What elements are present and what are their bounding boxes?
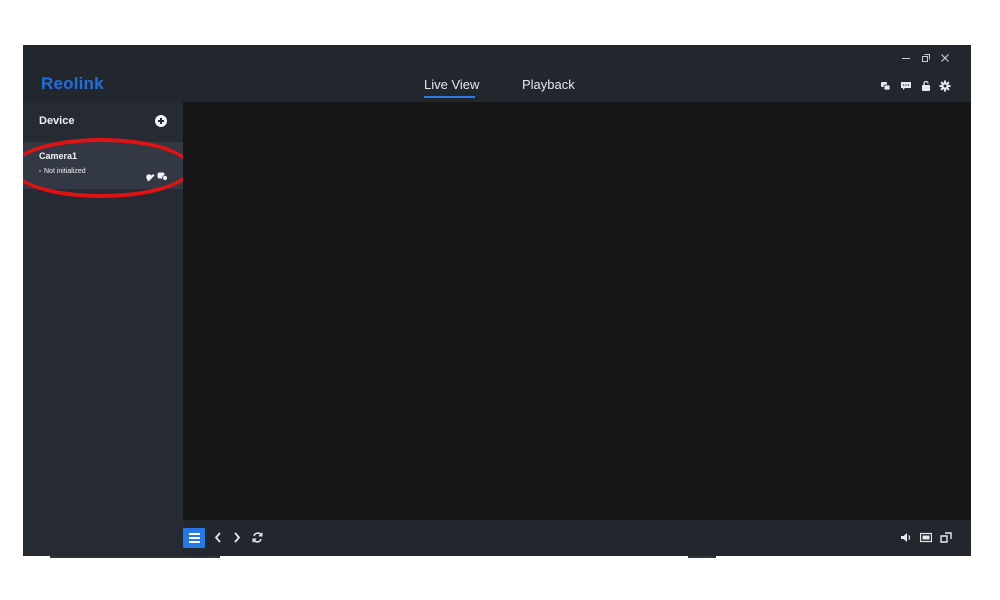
- close-icon[interactable]: [936, 49, 954, 67]
- volume-icon[interactable]: [900, 532, 912, 543]
- status-dot: [39, 170, 41, 173]
- add-device-icon[interactable]: [155, 115, 167, 127]
- tab-playback[interactable]: Playback: [522, 77, 575, 92]
- fullscreen-icon[interactable]: [940, 532, 952, 543]
- chat-icon[interactable]: [900, 80, 914, 94]
- bottom-toolbar: [183, 520, 971, 556]
- restore-icon[interactable]: [917, 49, 935, 67]
- header: Reolink Live View Playback: [23, 72, 971, 102]
- bottom-strip-left: [50, 556, 220, 558]
- device-status: Not initialized: [39, 168, 86, 175]
- device-list-item[interactable]: Camera1 Not initialized: [23, 142, 183, 189]
- live-video-area[interactable]: [183, 102, 971, 520]
- list-view-icon[interactable]: [183, 528, 205, 548]
- refresh-icon[interactable]: [252, 532, 263, 543]
- minimize-icon[interactable]: [897, 49, 915, 67]
- device-settings-icon[interactable]: [145, 168, 156, 182]
- next-icon[interactable]: [233, 532, 241, 543]
- device-status-text: Not initialized: [44, 168, 86, 175]
- device-name: Camera1: [39, 151, 78, 161]
- lock-icon[interactable]: [920, 80, 934, 94]
- gear-icon[interactable]: [939, 80, 953, 94]
- device-sidebar: Device Camera1 Not initialized: [23, 102, 192, 556]
- messages-icon[interactable]: [880, 80, 894, 94]
- bottom-strip-right: [688, 556, 716, 558]
- reolink-logo: Reolink: [41, 74, 104, 93]
- previous-icon[interactable]: [214, 532, 222, 543]
- aspect-ratio-icon[interactable]: [920, 532, 932, 543]
- app-window: Reolink Live View Playback Device Camera…: [23, 45, 971, 556]
- device-section-title: Device: [39, 115, 75, 127]
- tab-live-view[interactable]: Live View: [424, 77, 479, 92]
- active-tab-indicator: [424, 96, 475, 98]
- device-camera-icon[interactable]: [157, 168, 168, 181]
- title-bar: [23, 45, 971, 72]
